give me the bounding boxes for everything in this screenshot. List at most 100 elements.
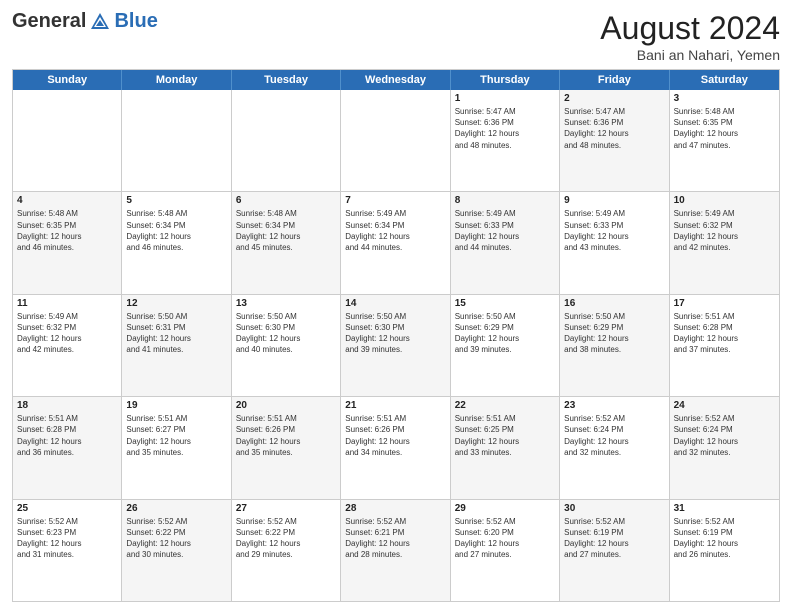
day-info: Sunrise: 5:48 AM Sunset: 6:34 PM Dayligh… xyxy=(236,208,336,253)
day-number: 2 xyxy=(564,93,664,104)
logo-icon xyxy=(89,11,111,33)
calendar-cell: 14 Sunrise: 5:50 AM Sunset: 6:30 PM Dayli… xyxy=(341,295,450,396)
calendar-cell: 9 Sunrise: 5:49 AM Sunset: 6:33 PM Daylig… xyxy=(560,192,669,293)
day-number: 29 xyxy=(455,503,555,514)
logo-text: General Blue xyxy=(12,10,158,33)
day-info: Sunrise: 5:50 AM Sunset: 6:31 PM Dayligh… xyxy=(126,311,226,356)
day-number: 26 xyxy=(126,503,226,514)
day-info: Sunrise: 5:52 AM Sunset: 6:22 PM Dayligh… xyxy=(236,516,336,561)
calendar-header-cell: Saturday xyxy=(670,70,779,90)
calendar-cell: 30Sunrise: 5:52 AM Sunset: 6:19 PM Dayli… xyxy=(560,500,669,601)
calendar-header-cell: Friday xyxy=(560,70,669,90)
calendar-week-row: 1 Sunrise: 5:47 AM Sunset: 6:36 PM Daylig… xyxy=(13,90,779,192)
day-info: Sunrise: 5:52 AM Sunset: 6:22 PM Dayligh… xyxy=(126,516,226,561)
calendar-cell: 26 Sunrise: 5:52 AM Sunset: 6:22 PM Dayli… xyxy=(122,500,231,601)
location: Bani an Nahari, Yemen xyxy=(600,47,780,63)
day-number: 21 xyxy=(345,400,445,411)
day-number: 12 xyxy=(126,298,226,309)
day-info: Sunrise: 5:50 AM Sunset: 6:29 PM Dayligh… xyxy=(455,311,555,356)
day-info: Sunrise: 5:52 AM Sunset: 6:20 PM Dayligh… xyxy=(455,516,555,561)
day-info: Sunrise: 5:52 AM Sunset: 6:19 PM Dayligh… xyxy=(674,516,775,561)
calendar-cell: 31 Sunrise: 5:52 AM Sunset: 6:19 PM Dayli… xyxy=(670,500,779,601)
calendar-cell: 27 Sunrise: 5:52 AM Sunset: 6:22 PM Dayli… xyxy=(232,500,341,601)
day-number: 1 xyxy=(455,93,555,104)
day-info: Sunrise: 5:48 AM Sunset: 6:35 PM Dayligh… xyxy=(17,208,117,253)
day-info: Sunrise: 5:49 AM Sunset: 6:33 PM Dayligh… xyxy=(455,208,555,253)
calendar-cell: 3Sunrise: 5:48 AM Sunset: 6:35 PM Daylig… xyxy=(670,90,779,191)
day-number: 22 xyxy=(455,400,555,411)
day-info: Sunrise: 5:50 AM Sunset: 6:30 PM Dayligh… xyxy=(236,311,336,356)
calendar-cell: 20 Sunrise: 5:51 AM Sunset: 6:26 PM Dayli… xyxy=(232,397,341,498)
day-number: 20 xyxy=(236,400,336,411)
day-info: Sunrise: 5:51 AM Sunset: 6:27 PM Dayligh… xyxy=(126,413,226,458)
day-number: 28 xyxy=(345,503,445,514)
calendar-week-row: 11 Sunrise: 5:49 AM Sunset: 6:32 PM Dayli… xyxy=(13,295,779,397)
calendar-cell: 4 Sunrise: 5:48 AM Sunset: 6:35 PM Daylig… xyxy=(13,192,122,293)
calendar-cell: 17 Sunrise: 5:51 AM Sunset: 6:28 PM Dayli… xyxy=(670,295,779,396)
calendar-cell: 21 Sunrise: 5:51 AM Sunset: 6:26 PM Dayli… xyxy=(341,397,450,498)
calendar: SundayMondayTuesdayWednesdayThursdayFrid… xyxy=(12,69,780,602)
calendar-cell: 18Sunrise: 5:51 AM Sunset: 6:28 PM Dayli… xyxy=(13,397,122,498)
calendar-cell: 8Sunrise: 5:49 AM Sunset: 6:33 PM Daylig… xyxy=(451,192,560,293)
calendar-cell: 2 Sunrise: 5:47 AM Sunset: 6:36 PM Daylig… xyxy=(560,90,669,191)
calendar-cell: 25Sunrise: 5:52 AM Sunset: 6:23 PM Dayli… xyxy=(13,500,122,601)
day-info: Sunrise: 5:51 AM Sunset: 6:28 PM Dayligh… xyxy=(674,311,775,356)
calendar-cell: 13 Sunrise: 5:50 AM Sunset: 6:30 PM Dayli… xyxy=(232,295,341,396)
day-number: 13 xyxy=(236,298,336,309)
calendar-cell xyxy=(232,90,341,191)
day-number: 30 xyxy=(564,503,664,514)
calendar-cell xyxy=(341,90,450,191)
logo: General Blue xyxy=(12,10,158,33)
day-info: Sunrise: 5:48 AM Sunset: 6:34 PM Dayligh… xyxy=(126,208,226,253)
day-number: 9 xyxy=(564,195,664,206)
calendar-cell: 10Sunrise: 5:49 AM Sunset: 6:32 PM Dayli… xyxy=(670,192,779,293)
day-number: 4 xyxy=(17,195,117,206)
day-info: Sunrise: 5:49 AM Sunset: 6:32 PM Dayligh… xyxy=(17,311,117,356)
calendar-cell: 22 Sunrise: 5:51 AM Sunset: 6:25 PM Dayli… xyxy=(451,397,560,498)
title-section: August 2024 Bani an Nahari, Yemen xyxy=(600,10,780,63)
day-number: 5 xyxy=(126,195,226,206)
calendar-cell: 11 Sunrise: 5:49 AM Sunset: 6:32 PM Dayli… xyxy=(13,295,122,396)
day-info: Sunrise: 5:50 AM Sunset: 6:29 PM Dayligh… xyxy=(564,311,664,356)
day-number: 18 xyxy=(17,400,117,411)
day-number: 14 xyxy=(345,298,445,309)
day-number: 17 xyxy=(674,298,775,309)
month-year: August 2024 xyxy=(600,10,780,47)
day-info: Sunrise: 5:52 AM Sunset: 6:24 PM Dayligh… xyxy=(674,413,775,458)
calendar-week-row: 4 Sunrise: 5:48 AM Sunset: 6:35 PM Daylig… xyxy=(13,192,779,294)
day-info: Sunrise: 5:47 AM Sunset: 6:36 PM Dayligh… xyxy=(564,106,664,151)
day-number: 31 xyxy=(674,503,775,514)
calendar-cell xyxy=(122,90,231,191)
day-info: Sunrise: 5:51 AM Sunset: 6:25 PM Dayligh… xyxy=(455,413,555,458)
day-number: 11 xyxy=(17,298,117,309)
day-number: 24 xyxy=(674,400,775,411)
day-info: Sunrise: 5:52 AM Sunset: 6:24 PM Dayligh… xyxy=(564,413,664,458)
calendar-week-row: 25Sunrise: 5:52 AM Sunset: 6:23 PM Dayli… xyxy=(13,500,779,601)
day-number: 19 xyxy=(126,400,226,411)
calendar-cell: 1Sunrise: 5:47 AM Sunset: 6:36 PM Daylig… xyxy=(451,90,560,191)
calendar-header-cell: Sunday xyxy=(13,70,122,90)
day-info: Sunrise: 5:51 AM Sunset: 6:26 PM Dayligh… xyxy=(236,413,336,458)
day-number: 6 xyxy=(236,195,336,206)
day-info: Sunrise: 5:48 AM Sunset: 6:35 PM Dayligh… xyxy=(674,106,775,151)
day-info: Sunrise: 5:51 AM Sunset: 6:26 PM Dayligh… xyxy=(345,413,445,458)
day-info: Sunrise: 5:52 AM Sunset: 6:23 PM Dayligh… xyxy=(17,516,117,561)
day-info: Sunrise: 5:49 AM Sunset: 6:34 PM Dayligh… xyxy=(345,208,445,253)
calendar-cell: 7 Sunrise: 5:49 AM Sunset: 6:34 PM Daylig… xyxy=(341,192,450,293)
calendar-cell: 15 Sunrise: 5:50 AM Sunset: 6:29 PM Dayli… xyxy=(451,295,560,396)
calendar-cell: 19 Sunrise: 5:51 AM Sunset: 6:27 PM Dayli… xyxy=(122,397,231,498)
day-info: Sunrise: 5:49 AM Sunset: 6:33 PM Dayligh… xyxy=(564,208,664,253)
calendar-cell: 6 Sunrise: 5:48 AM Sunset: 6:34 PM Daylig… xyxy=(232,192,341,293)
day-number: 15 xyxy=(455,298,555,309)
calendar-cell: 16Sunrise: 5:50 AM Sunset: 6:29 PM Dayli… xyxy=(560,295,669,396)
page: General Blue August 2024 Bani an Nahari,… xyxy=(0,0,792,612)
logo-blue: Blue xyxy=(114,10,157,33)
day-number: 10 xyxy=(674,195,775,206)
calendar-header-cell: Monday xyxy=(122,70,231,90)
day-number: 27 xyxy=(236,503,336,514)
calendar-header-row: SundayMondayTuesdayWednesdayThursdayFrid… xyxy=(13,70,779,90)
calendar-cell xyxy=(13,90,122,191)
logo-general: General xyxy=(12,10,86,33)
day-info: Sunrise: 5:50 AM Sunset: 6:30 PM Dayligh… xyxy=(345,311,445,356)
day-number: 7 xyxy=(345,195,445,206)
